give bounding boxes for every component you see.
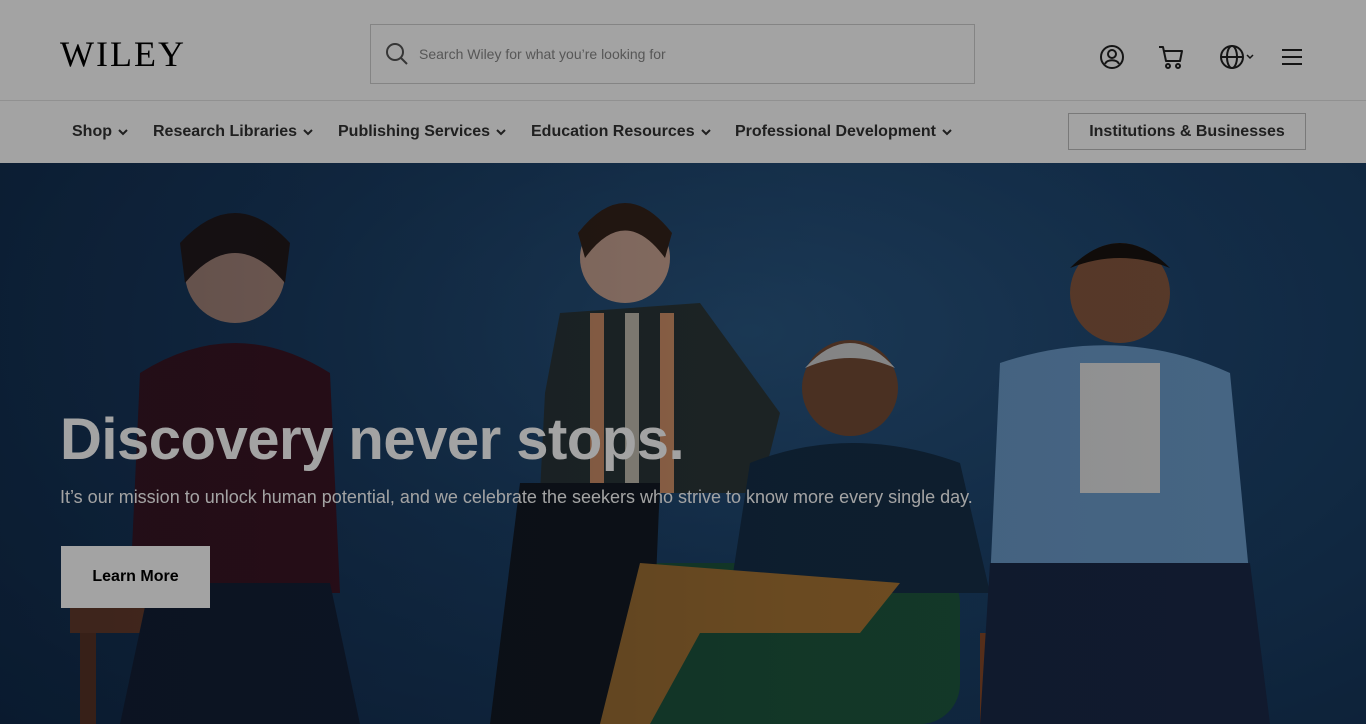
chevron-down-icon (1246, 54, 1254, 60)
wiley-logo[interactable]: WILEY (60, 36, 186, 72)
menu-icon[interactable] (1278, 43, 1306, 71)
nav-item-research-libraries[interactable]: Research Libraries (153, 121, 314, 143)
chevron-down-icon (495, 126, 507, 138)
nav-item-label: Shop (72, 123, 112, 140)
cart-icon[interactable] (1157, 43, 1185, 71)
account-icon[interactable] (1098, 43, 1126, 71)
nav-item-publishing-services[interactable]: Publishing Services (338, 121, 507, 143)
chevron-down-icon (941, 126, 953, 138)
chevron-down-icon (117, 126, 129, 138)
site-header: WILEY (0, 0, 1366, 101)
chevron-down-icon (302, 126, 314, 138)
search-input[interactable] (419, 46, 939, 62)
language-selector[interactable] (1218, 43, 1256, 71)
learn-more-button[interactable]: Learn More (61, 546, 210, 608)
search-icon[interactable] (384, 41, 410, 67)
hero-subtitle: It’s our mission to unlock human potenti… (60, 487, 973, 507)
search-bar[interactable] (370, 24, 975, 84)
nav-item-label: Professional Development (735, 123, 936, 140)
nav-item-professional-development[interactable]: Professional Development (735, 121, 953, 143)
hero-title: Discovery never stops. (60, 407, 685, 472)
nav-item-shop[interactable]: Shop (72, 121, 129, 143)
nav-item-education-resources[interactable]: Education Resources (531, 121, 712, 143)
globe-icon (1220, 45, 1244, 69)
nav-item-label: Research Libraries (153, 123, 298, 140)
nav-item-label: Education Resources (531, 123, 695, 140)
nav-item-label: Publishing Services (338, 123, 491, 140)
institutions-businesses-button[interactable]: Institutions & Businesses (1068, 113, 1306, 150)
chevron-down-icon (700, 126, 712, 138)
